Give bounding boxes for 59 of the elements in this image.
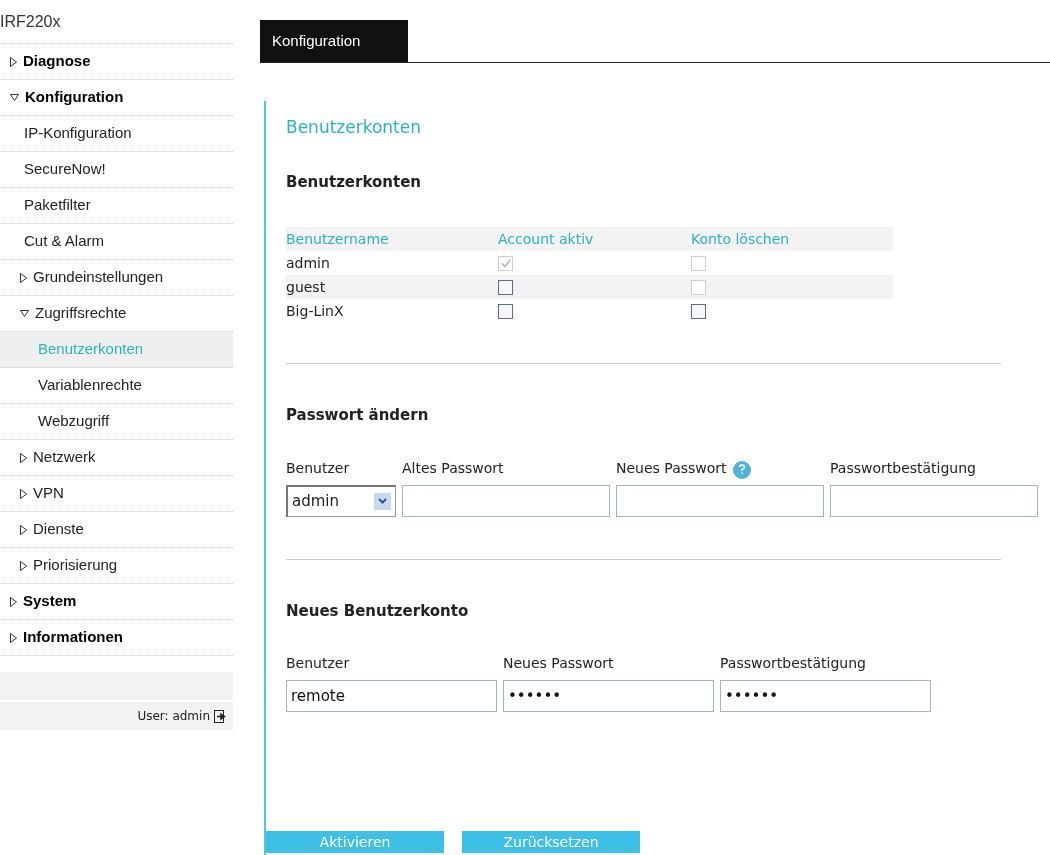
field-label: Benutzer (286, 654, 351, 673)
collapsed-triangle-icon (20, 524, 27, 535)
expanded-triangle-icon (10, 94, 19, 101)
collapsed-triangle-icon (10, 632, 17, 643)
collapsed-triangle-icon (20, 488, 27, 499)
user-name: admin (286, 253, 331, 273)
nav-item[interactable]: Grundeinstellungen (0, 260, 233, 296)
nav-item[interactable]: Netzwerk (0, 440, 233, 476)
column-header: Konto löschen (691, 229, 791, 249)
section-heading: Benutzerkonten (286, 171, 422, 193)
field-label: Neues Passwort (616, 458, 727, 478)
user-select[interactable]: admin (286, 484, 396, 517)
input-field[interactable] (830, 484, 1038, 517)
checkbox[interactable] (498, 279, 513, 295)
collapsed-triangle-icon (20, 452, 27, 463)
nav-item[interactable]: Webzugriff (0, 404, 233, 440)
collapsed-triangle-icon (10, 596, 17, 607)
nav-item[interactable]: Priorisierung (0, 548, 233, 584)
logout-icon[interactable] (214, 709, 227, 723)
check-icon (500, 258, 511, 268)
collapsed-triangle-icon (20, 272, 27, 283)
expanded-triangle-icon (20, 310, 29, 317)
help-icon[interactable] (732, 460, 751, 479)
field-label: Passwortbestätigung (720, 654, 867, 673)
nav-item[interactable]: System (0, 584, 233, 620)
section-heading: Neues Benutzerkonto (286, 600, 470, 622)
checkbox[interactable] (691, 303, 706, 319)
input-field[interactable]: remote (286, 680, 497, 712)
nav-item[interactable]: Konfiguration (0, 80, 233, 116)
nav-item[interactable]: Paketfilter (0, 188, 233, 224)
field-label: Benutzer (286, 458, 351, 478)
nav-item[interactable]: Informationen (0, 620, 233, 656)
user-name: guest (286, 277, 327, 297)
section-heading: Passwort ändern (286, 405, 430, 426)
collapsed-triangle-icon (20, 560, 27, 571)
input-field[interactable] (402, 484, 610, 517)
dropdown-chevron-icon (374, 492, 391, 510)
input-field[interactable]: •••••• (720, 680, 931, 712)
field-label: Altes Passwort (402, 458, 504, 478)
nav-item[interactable]: Dienste (0, 512, 233, 548)
nav-item[interactable]: Variablenrechte (0, 368, 233, 404)
input-field[interactable]: •••••• (503, 680, 714, 712)
nav-item[interactable]: Diagnose (0, 44, 233, 80)
user-name: Big-LinX (286, 301, 345, 321)
field-label: Neues Passwort (503, 654, 615, 673)
page-title: Benutzerkonten (286, 116, 423, 139)
nav-item[interactable]: SecureNow! (0, 152, 233, 188)
field-label: Passwortbestätigung (830, 458, 976, 478)
column-header: Account aktiv (498, 229, 595, 249)
user-label: User: admin (137, 708, 210, 725)
nav-item[interactable]: Cut & Alarm (0, 224, 233, 260)
column-header: Benutzername (286, 229, 390, 249)
input-field[interactable] (616, 484, 824, 517)
nav-item[interactable]: VPN (0, 476, 233, 512)
collapsed-triangle-icon (10, 56, 17, 67)
device-name: IRF220x (0, 10, 233, 44)
nav-item[interactable]: IP-Konfiguration (0, 116, 233, 152)
tab[interactable]: Konfiguration (260, 20, 408, 62)
checkbox[interactable] (498, 303, 513, 319)
